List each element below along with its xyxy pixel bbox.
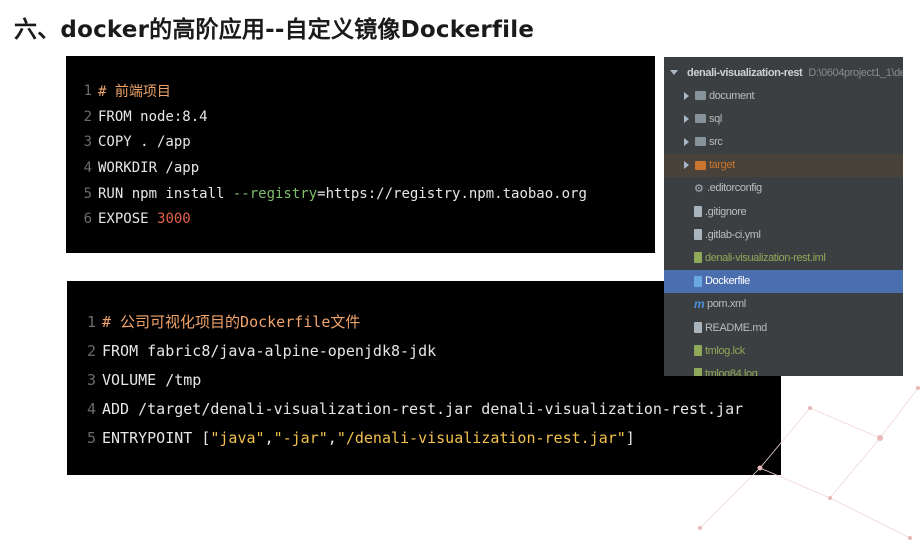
file-icon [694,229,702,241]
folder-icon [695,137,706,147]
tree-item-label: src [709,135,723,148]
chevron-right-icon[interactable] [684,137,689,146]
line-number: 3 [86,370,96,389]
tree-item-gitignore[interactable]: .gitignore [664,200,903,223]
code-block-frontend-dockerfile: 1 # 前端项目 2 FROM node:8.4 3 COPY . /app 4 WORKDI… [66,56,655,253]
tree-item-editorconfig[interactable]: ⚙ .editorconfig [664,177,903,200]
code-token-plain: , [264,429,274,448]
code-token-plain: VOLUME /tmp [102,370,202,389]
tree-item-sql[interactable]: sql [664,107,903,130]
folder-icon [695,91,706,100]
code-token-plain: COPY . /app [98,134,191,151]
tree-item-label: README.md [705,321,767,334]
file-icon [694,368,702,376]
line-number: 6 [83,211,92,228]
tree-item-document[interactable]: document [664,84,903,107]
code-token-string: "-jar" [273,429,328,448]
maven-icon: m [694,297,705,312]
ide-project-tree: denali-visualization-rest D:\0604project… [664,57,903,376]
gear-icon: ⚙ [694,182,704,195]
tree-root-path: D:\0604project1_1\denali-visualizat [808,66,903,79]
line-number: 5 [86,429,96,448]
folder-icon [695,114,706,124]
code-token-plain: ENTRYPOINT [ [102,429,211,448]
code-token-plain: ] [625,429,635,448]
tree-item-denali-visualization-rest-iml[interactable]: denali-visualization-rest.iml [664,246,903,269]
iml-file-icon [694,252,702,264]
code-line: 4 ADD /target/denali-visualization-rest.j… [67,395,781,424]
docker-file-icon [694,275,702,287]
line-number: 4 [86,400,96,419]
tree-item-label: sql [709,112,722,125]
code-token-comment: # 前端项目 [98,83,171,100]
code-line: 5 ENTRYPOINT ["java", "-jar", "/denali-visu… [67,424,781,453]
tree-item-label: denali-visualization-rest.iml [705,251,826,264]
tree-root-row[interactable]: denali-visualization-rest D:\0604project… [664,61,903,84]
tree-item-tmlog-lck[interactable]: tmlog.lck [664,339,903,362]
code-token-flag: --registry [232,185,318,202]
tree-item-dockerfile[interactable]: Dockerfile [664,269,903,293]
code-line: 3 COPY . /app [66,129,655,155]
chevron-right-icon[interactable] [684,161,689,170]
line-number: 5 [83,185,92,202]
line-number: 1 [83,82,92,99]
tree-item-src[interactable]: src [664,130,903,153]
tree-item-label: .gitignore [705,205,747,218]
code-line: 2 FROM node:8.4 [66,104,655,130]
line-number: 1 [86,312,96,331]
code-token-plain: FROM fabric8/java-alpine-openjdk8-jdk [102,341,437,360]
tree-item-tmlog84-log[interactable]: tmlog84.log [664,362,903,376]
chevron-right-icon[interactable] [684,114,689,123]
tree-item-gitlab-ci-yml[interactable]: .gitlab-ci.yml [664,223,903,246]
code-token-plain: ADD /target/denali-visualization-rest.ja… [102,400,744,419]
code-token-plain: EXPOSE [98,211,158,228]
code-token-plain: =https://registry.npm.taobao.org [317,185,587,202]
line-number: 2 [83,108,92,125]
markdown-file-icon [694,322,702,333]
code-line: 5 RUN npm install --registry =https://regi… [66,181,655,207]
code-token-number: 3000 [157,211,191,228]
code-token-comment: # 公司可视化项目的Dockerfile文件 [102,313,361,332]
chevron-down-icon[interactable] [670,70,678,75]
code-token-plain: RUN npm install [98,185,233,202]
code-token-plain: WORKDIR /app [98,159,200,176]
tree-item-label: Dockerfile [705,275,750,288]
tree-item-target[interactable]: target [664,153,903,177]
folder-icon [695,160,706,170]
tree-item-readme-md[interactable]: README.md [664,316,903,339]
tree-item-label: document [709,89,755,102]
code-line: 4 WORKDIR /app [66,155,655,181]
tree-item-label: .editorconfig [707,182,762,195]
tree-item-pom-xml[interactable]: m pom.xml [664,293,903,316]
tree-item-label: tmlog.lck [705,344,745,357]
tree-item-label: tmlog84.log [705,367,758,376]
line-number: 2 [86,341,96,360]
code-line: 6 EXPOSE 3000 [66,206,655,232]
tree-item-label: pom.xml [707,298,746,311]
file-icon [694,345,702,357]
code-token-plain: , [327,429,337,448]
code-line: 1 # 前端项目 [66,78,655,104]
tree-item-label: .gitlab-ci.yml [705,228,761,241]
file-icon [694,206,702,217]
line-number: 4 [83,159,92,176]
slide-title: 六、docker的高阶应用--自定义镜像Dockerfile [14,17,535,43]
tree-root-name: denali-visualization-rest [687,66,803,79]
tree-item-label: target [709,159,735,172]
line-number: 3 [83,134,92,151]
chevron-right-icon[interactable] [684,91,689,100]
code-token-string: "java" [210,429,265,448]
code-token-plain: FROM node:8.4 [98,108,208,125]
code-token-string: "/denali-visualization-rest.jar" [336,429,626,448]
